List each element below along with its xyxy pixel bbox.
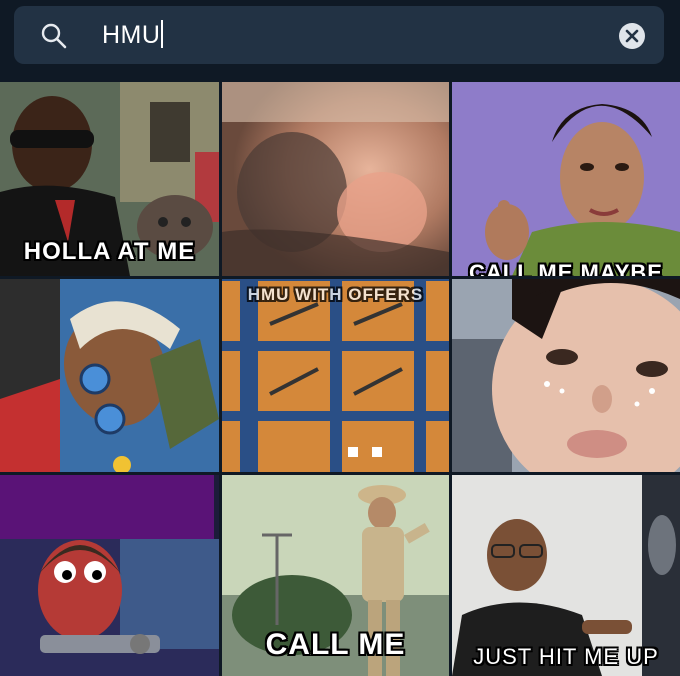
- gif-results-grid: HOLLA AT ME CALL ME MAYBE HMU WITH OFFER…: [0, 82, 680, 676]
- gif-caption: HMU WITH OFFERS: [247, 285, 424, 304]
- gif-caption: CALL ME: [265, 628, 406, 661]
- gif-caption: HOLLA AT ME: [23, 238, 196, 265]
- gif-thumbnail: [0, 279, 219, 472]
- gif-thumbnail: [222, 82, 449, 276]
- gif-thumbnail: [0, 475, 219, 676]
- gif-tile-just-hit-me-up[interactable]: JUST HIT ME UP: [452, 475, 680, 676]
- gif-caption: JUST HIT ME UP: [473, 644, 659, 669]
- close-icon: [625, 29, 639, 43]
- gif-tile-4[interactable]: [0, 279, 219, 472]
- search-bar[interactable]: HMU: [14, 6, 664, 64]
- gif-tile-hmu-with-offers[interactable]: HMU WITH OFFERS: [222, 279, 449, 472]
- gif-tile-holla-at-me[interactable]: HOLLA AT ME: [0, 82, 219, 276]
- search-query-text: HMU: [102, 21, 161, 49]
- search-input[interactable]: HMU: [102, 19, 164, 51]
- gif-thumbnail: [452, 82, 680, 276]
- gif-tile-6[interactable]: [452, 279, 680, 472]
- gif-tile-2[interactable]: [222, 82, 449, 276]
- gif-tile-call-me-maybe[interactable]: CALL ME MAYBE: [452, 82, 680, 276]
- text-caret: [161, 20, 164, 49]
- gif-tile-call-me[interactable]: CALL ME: [222, 475, 449, 676]
- gif-caption: CALL ME MAYBE: [469, 260, 663, 276]
- clear-search-button[interactable]: [619, 23, 645, 49]
- gif-thumbnail: [452, 279, 680, 472]
- search-icon[interactable]: [40, 22, 68, 50]
- search-bar-container: HMU: [0, 0, 680, 82]
- gif-thumbnail: [222, 279, 449, 472]
- gif-tile-7[interactable]: [0, 475, 219, 676]
